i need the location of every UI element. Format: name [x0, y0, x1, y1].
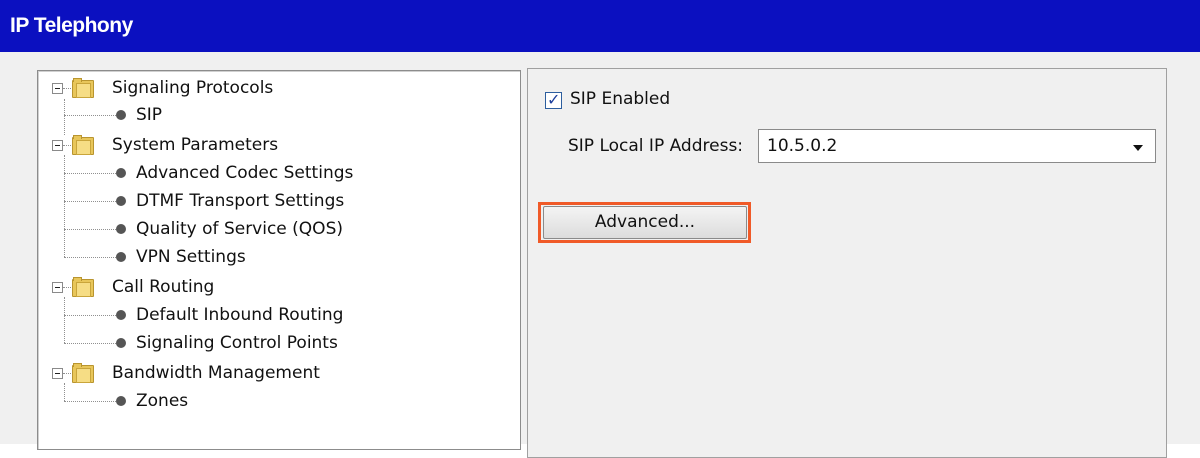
tree-item-label: Zones	[136, 391, 189, 411]
tree-item-label: Signaling Control Points	[136, 333, 338, 353]
tree-item-label: DTMF Transport Settings	[136, 191, 345, 211]
collapse-icon[interactable]	[52, 83, 63, 94]
bullet-icon	[116, 252, 126, 262]
bullet-icon	[116, 396, 126, 406]
sip-local-ip-dropdown[interactable]: 10.5.0.2	[758, 129, 1156, 163]
bullet-icon	[116, 224, 126, 234]
collapse-icon[interactable]	[52, 282, 63, 293]
bullet-icon	[116, 338, 126, 348]
chevron-down-icon[interactable]	[1133, 145, 1143, 151]
bullet-icon	[116, 196, 126, 206]
settings-tree[interactable]: Signaling Protocols SIP System Parameter…	[37, 70, 521, 450]
tree-item-zones[interactable]: Zones	[52, 388, 352, 414]
tree-item-label: Quality of Service (QOS)	[136, 219, 343, 239]
bullet-icon	[116, 168, 126, 178]
tree-item-label: SIP	[136, 105, 163, 125]
checkmark-icon: ✓	[547, 90, 561, 109]
folder-icon	[72, 363, 94, 383]
bullet-icon	[116, 310, 126, 320]
tree-item-quality-of-service[interactable]: Quality of Service (QOS)	[52, 216, 392, 242]
tree-item-sip[interactable]: SIP	[52, 102, 352, 128]
tree-item-default-inbound-routing[interactable]: Default Inbound Routing	[52, 302, 392, 328]
bullet-icon	[116, 110, 126, 120]
sip-enabled-label: SIP Enabled	[570, 89, 671, 109]
tree-item-system-parameters[interactable]: System Parameters	[52, 132, 352, 158]
sip-local-ip-value: 10.5.0.2	[767, 136, 838, 156]
tree-item-label: Call Routing	[112, 277, 215, 297]
tree-item-label: Signaling Protocols	[112, 78, 274, 98]
tree-item-signaling-protocols[interactable]: Signaling Protocols	[52, 75, 352, 101]
folder-icon	[72, 78, 94, 98]
collapse-icon[interactable]	[52, 140, 63, 151]
window-title: IP Telephony	[10, 14, 133, 37]
tree-item-label: System Parameters	[112, 135, 279, 155]
tree-item-label: Bandwidth Management	[112, 363, 320, 383]
sip-local-ip-label: SIP Local IP Address:	[568, 136, 744, 156]
tree-item-label: Default Inbound Routing	[136, 305, 344, 325]
folder-icon	[72, 277, 94, 297]
tree-item-advanced-codec-settings[interactable]: Advanced Codec Settings	[52, 160, 392, 186]
sip-settings-panel	[527, 68, 1167, 458]
title-bar: IP Telephony	[0, 0, 1200, 52]
highlight-box	[538, 202, 751, 243]
folder-icon	[72, 135, 94, 155]
tree-item-dtmf-transport-settings[interactable]: DTMF Transport Settings	[52, 188, 392, 214]
tree-item-label: Advanced Codec Settings	[136, 163, 354, 183]
tree-item-signaling-control-points[interactable]: Signaling Control Points	[52, 330, 392, 356]
tree-item-call-routing[interactable]: Call Routing	[52, 274, 352, 300]
tree-item-bandwidth-management[interactable]: Bandwidth Management	[52, 360, 392, 386]
collapse-icon[interactable]	[52, 368, 63, 379]
tree-item-label: VPN Settings	[136, 247, 246, 267]
tree-item-vpn-settings[interactable]: VPN Settings	[52, 244, 392, 270]
sip-enabled-checkbox[interactable]: ✓	[545, 90, 562, 109]
